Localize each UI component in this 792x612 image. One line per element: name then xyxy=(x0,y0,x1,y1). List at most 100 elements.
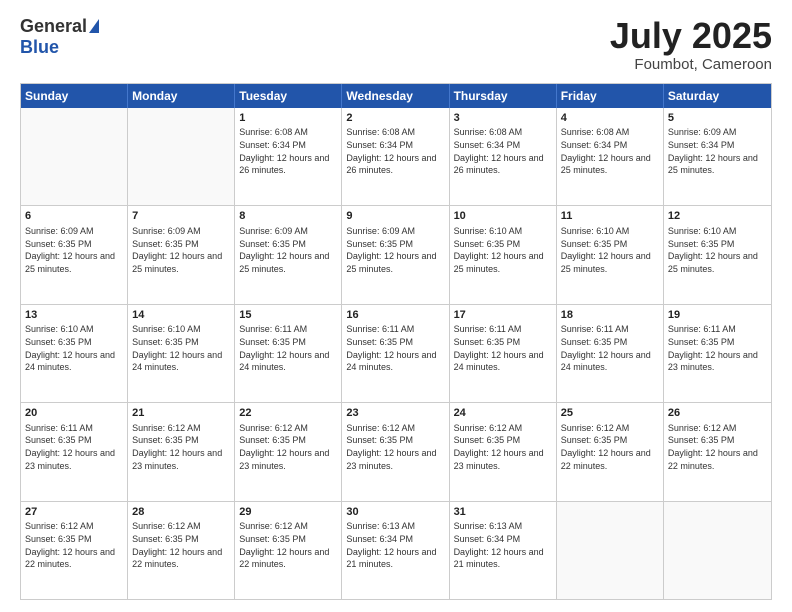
calendar-cell: 23Sunrise: 6:12 AM Sunset: 6:35 PM Dayli… xyxy=(342,403,449,500)
calendar-cell: 31Sunrise: 6:13 AM Sunset: 6:34 PM Dayli… xyxy=(450,502,557,599)
day-number: 3 xyxy=(454,111,552,126)
sun-info: Sunrise: 6:11 AM Sunset: 6:35 PM Dayligh… xyxy=(239,323,337,373)
day-number: 20 xyxy=(25,406,123,421)
sun-info: Sunrise: 6:12 AM Sunset: 6:35 PM Dayligh… xyxy=(561,422,659,472)
day-number: 8 xyxy=(239,209,337,224)
day-number: 2 xyxy=(346,111,444,126)
calendar-week-row: 6Sunrise: 6:09 AM Sunset: 6:35 PM Daylig… xyxy=(21,206,771,304)
sun-info: Sunrise: 6:11 AM Sunset: 6:35 PM Dayligh… xyxy=(561,323,659,373)
calendar-cell: 6Sunrise: 6:09 AM Sunset: 6:35 PM Daylig… xyxy=(21,206,128,303)
day-number: 10 xyxy=(454,209,552,224)
day-number: 29 xyxy=(239,505,337,520)
header: General Blue July 2025 Foumbot, Cameroon xyxy=(20,16,772,73)
calendar-header-cell: Friday xyxy=(557,84,664,108)
calendar-cell: 10Sunrise: 6:10 AM Sunset: 6:35 PM Dayli… xyxy=(450,206,557,303)
title-block: July 2025 Foumbot, Cameroon xyxy=(610,16,772,73)
day-number: 31 xyxy=(454,505,552,520)
day-number: 23 xyxy=(346,406,444,421)
sun-info: Sunrise: 6:10 AM Sunset: 6:35 PM Dayligh… xyxy=(561,225,659,275)
calendar-cell: 8Sunrise: 6:09 AM Sunset: 6:35 PM Daylig… xyxy=(235,206,342,303)
sun-info: Sunrise: 6:09 AM Sunset: 6:35 PM Dayligh… xyxy=(239,225,337,275)
day-number: 25 xyxy=(561,406,659,421)
day-number: 27 xyxy=(25,505,123,520)
calendar-cell xyxy=(21,108,128,205)
calendar-location: Foumbot, Cameroon xyxy=(610,56,772,73)
calendar-cell: 25Sunrise: 6:12 AM Sunset: 6:35 PM Dayli… xyxy=(557,403,664,500)
calendar-cell: 13Sunrise: 6:10 AM Sunset: 6:35 PM Dayli… xyxy=(21,305,128,402)
day-number: 13 xyxy=(25,308,123,323)
calendar-body: 1Sunrise: 6:08 AM Sunset: 6:34 PM Daylig… xyxy=(21,108,771,599)
calendar-cell: 27Sunrise: 6:12 AM Sunset: 6:35 PM Dayli… xyxy=(21,502,128,599)
sun-info: Sunrise: 6:11 AM Sunset: 6:35 PM Dayligh… xyxy=(25,422,123,472)
calendar-cell: 14Sunrise: 6:10 AM Sunset: 6:35 PM Dayli… xyxy=(128,305,235,402)
day-number: 22 xyxy=(239,406,337,421)
sun-info: Sunrise: 6:09 AM Sunset: 6:34 PM Dayligh… xyxy=(668,126,767,176)
day-number: 9 xyxy=(346,209,444,224)
sun-info: Sunrise: 6:10 AM Sunset: 6:35 PM Dayligh… xyxy=(132,323,230,373)
calendar-cell: 24Sunrise: 6:12 AM Sunset: 6:35 PM Dayli… xyxy=(450,403,557,500)
calendar-week-row: 1Sunrise: 6:08 AM Sunset: 6:34 PM Daylig… xyxy=(21,108,771,206)
calendar-cell xyxy=(664,502,771,599)
calendar-week-row: 27Sunrise: 6:12 AM Sunset: 6:35 PM Dayli… xyxy=(21,502,771,599)
calendar-cell: 1Sunrise: 6:08 AM Sunset: 6:34 PM Daylig… xyxy=(235,108,342,205)
calendar-cell: 18Sunrise: 6:11 AM Sunset: 6:35 PM Dayli… xyxy=(557,305,664,402)
sun-info: Sunrise: 6:08 AM Sunset: 6:34 PM Dayligh… xyxy=(239,126,337,176)
calendar-cell: 11Sunrise: 6:10 AM Sunset: 6:35 PM Dayli… xyxy=(557,206,664,303)
calendar-header-cell: Thursday xyxy=(450,84,557,108)
calendar-cell xyxy=(557,502,664,599)
calendar-header-cell: Monday xyxy=(128,84,235,108)
calendar-header-cell: Sunday xyxy=(21,84,128,108)
sun-info: Sunrise: 6:10 AM Sunset: 6:35 PM Dayligh… xyxy=(25,323,123,373)
calendar-cell: 22Sunrise: 6:12 AM Sunset: 6:35 PM Dayli… xyxy=(235,403,342,500)
calendar-cell: 12Sunrise: 6:10 AM Sunset: 6:35 PM Dayli… xyxy=(664,206,771,303)
day-number: 1 xyxy=(239,111,337,126)
day-number: 17 xyxy=(454,308,552,323)
sun-info: Sunrise: 6:12 AM Sunset: 6:35 PM Dayligh… xyxy=(668,422,767,472)
day-number: 6 xyxy=(25,209,123,224)
day-number: 12 xyxy=(668,209,767,224)
sun-info: Sunrise: 6:12 AM Sunset: 6:35 PM Dayligh… xyxy=(132,520,230,570)
day-number: 11 xyxy=(561,209,659,224)
sun-info: Sunrise: 6:12 AM Sunset: 6:35 PM Dayligh… xyxy=(454,422,552,472)
calendar-cell: 21Sunrise: 6:12 AM Sunset: 6:35 PM Dayli… xyxy=(128,403,235,500)
day-number: 7 xyxy=(132,209,230,224)
sun-info: Sunrise: 6:11 AM Sunset: 6:35 PM Dayligh… xyxy=(454,323,552,373)
logo-blue-text: Blue xyxy=(20,37,59,58)
day-number: 21 xyxy=(132,406,230,421)
calendar-cell: 2Sunrise: 6:08 AM Sunset: 6:34 PM Daylig… xyxy=(342,108,449,205)
sun-info: Sunrise: 6:12 AM Sunset: 6:35 PM Dayligh… xyxy=(132,422,230,472)
day-number: 28 xyxy=(132,505,230,520)
calendar-cell: 29Sunrise: 6:12 AM Sunset: 6:35 PM Dayli… xyxy=(235,502,342,599)
day-number: 14 xyxy=(132,308,230,323)
calendar-header-cell: Saturday xyxy=(664,84,771,108)
calendar-cell: 15Sunrise: 6:11 AM Sunset: 6:35 PM Dayli… xyxy=(235,305,342,402)
sun-info: Sunrise: 6:09 AM Sunset: 6:35 PM Dayligh… xyxy=(25,225,123,275)
sun-info: Sunrise: 6:10 AM Sunset: 6:35 PM Dayligh… xyxy=(454,225,552,275)
calendar-cell: 9Sunrise: 6:09 AM Sunset: 6:35 PM Daylig… xyxy=(342,206,449,303)
sun-info: Sunrise: 6:13 AM Sunset: 6:34 PM Dayligh… xyxy=(454,520,552,570)
calendar-cell: 4Sunrise: 6:08 AM Sunset: 6:34 PM Daylig… xyxy=(557,108,664,205)
calendar-cell: 17Sunrise: 6:11 AM Sunset: 6:35 PM Dayli… xyxy=(450,305,557,402)
logo: General Blue xyxy=(20,16,99,58)
calendar-header-cell: Wednesday xyxy=(342,84,449,108)
calendar-cell: 3Sunrise: 6:08 AM Sunset: 6:34 PM Daylig… xyxy=(450,108,557,205)
calendar-week-row: 13Sunrise: 6:10 AM Sunset: 6:35 PM Dayli… xyxy=(21,305,771,403)
day-number: 19 xyxy=(668,308,767,323)
sun-info: Sunrise: 6:13 AM Sunset: 6:34 PM Dayligh… xyxy=(346,520,444,570)
sun-info: Sunrise: 6:11 AM Sunset: 6:35 PM Dayligh… xyxy=(346,323,444,373)
sun-info: Sunrise: 6:11 AM Sunset: 6:35 PM Dayligh… xyxy=(668,323,767,373)
logo-general-text: General xyxy=(20,16,87,37)
sun-info: Sunrise: 6:12 AM Sunset: 6:35 PM Dayligh… xyxy=(239,422,337,472)
calendar-cell: 20Sunrise: 6:11 AM Sunset: 6:35 PM Dayli… xyxy=(21,403,128,500)
sun-info: Sunrise: 6:08 AM Sunset: 6:34 PM Dayligh… xyxy=(561,126,659,176)
calendar-cell: 26Sunrise: 6:12 AM Sunset: 6:35 PM Dayli… xyxy=(664,403,771,500)
day-number: 24 xyxy=(454,406,552,421)
day-number: 5 xyxy=(668,111,767,126)
day-number: 4 xyxy=(561,111,659,126)
day-number: 16 xyxy=(346,308,444,323)
sun-info: Sunrise: 6:12 AM Sunset: 6:35 PM Dayligh… xyxy=(25,520,123,570)
calendar: SundayMondayTuesdayWednesdayThursdayFrid… xyxy=(20,83,772,600)
day-number: 18 xyxy=(561,308,659,323)
calendar-title: July 2025 xyxy=(610,16,772,56)
calendar-cell: 28Sunrise: 6:12 AM Sunset: 6:35 PM Dayli… xyxy=(128,502,235,599)
